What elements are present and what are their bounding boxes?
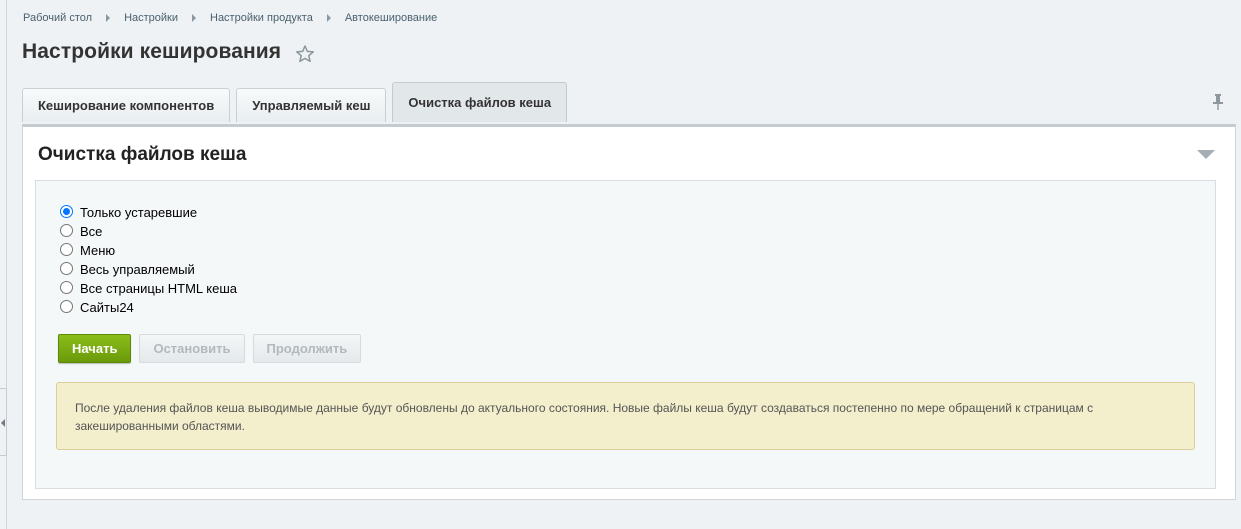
tab-label: Кеширование компонентов [38,98,215,113]
option-label: Сайты24 [80,300,134,315]
action-buttons: Начать Остановить Продолжить [58,334,369,363]
option-label: Меню [80,243,116,258]
option-label: Все [80,224,103,239]
breadcrumb-separator-icon [106,14,111,22]
tab-managed-cache[interactable]: Управляемый кеш [236,88,387,122]
page-title: Настройки кеширования [22,40,282,63]
breadcrumb-item-settings[interactable]: Настройки [124,12,178,24]
breadcrumb: Рабочий стол Настройки Настройки продукт… [23,11,437,25]
cache-cleanup-panel: Очистка файлов кеша Только устаревшие Вс… [22,124,1236,500]
option-label: Только устаревшие [80,205,198,220]
tab-label: Очистка файлов кеша [408,95,552,110]
start-button[interactable]: Начать [58,334,132,363]
option-label: Весь управляемый [80,262,195,277]
option-label: Все страницы HTML кеша [80,281,238,296]
pin-icon[interactable] [1211,93,1225,111]
option-sites24[interactable]: Сайты24 [60,298,237,317]
radio-all-managed[interactable] [60,261,73,275]
radio-all[interactable] [60,223,73,237]
option-all[interactable]: Все [60,222,237,241]
option-all-managed[interactable]: Весь управляемый [60,260,237,279]
radio-sites24[interactable] [60,299,73,313]
tab-bar: Кеширование компонентов Управляемый кеш … [22,82,573,122]
info-notice: После удаления файлов кеша выводимые дан… [56,382,1195,450]
stop-button[interactable]: Остановить [139,334,245,363]
tab-label: Управляемый кеш [252,98,371,113]
option-menu[interactable]: Меню [60,241,237,260]
tab-component-caching[interactable]: Кеширование компонентов [22,88,231,122]
panel-body: Только устаревшие Все Меню Весь управляе… [35,180,1216,489]
breadcrumb-item-desktop[interactable]: Рабочий стол [23,12,92,24]
chevron-down-icon[interactable] [1197,150,1215,160]
breadcrumb-separator-icon [192,14,196,22]
option-outdated-only[interactable]: Только устаревшие [60,203,237,222]
radio-menu[interactable] [60,242,73,256]
continue-button[interactable]: Продолжить [252,334,362,363]
side-panel-toggle-icon[interactable] [0,388,7,456]
breadcrumb-item-product-settings[interactable]: Настройки продукта [210,12,313,24]
panel-title: Очистка файлов кеша [38,144,247,165]
breadcrumb-separator-icon [326,14,331,22]
tab-cache-files-cleanup[interactable]: Очистка файлов кеша [392,82,568,122]
breadcrumb-item-autocaching[interactable]: Автокеширование [345,12,437,24]
radio-outdated-only[interactable] [60,204,73,218]
title-row: Настройки кеширования [22,40,315,64]
radio-all-html-cache[interactable] [60,280,73,294]
cleanup-options: Только устаревшие Все Меню Весь управляе… [60,203,237,317]
option-all-html-cache[interactable]: Все страницы HTML кеша [60,279,237,298]
star-icon[interactable] [295,44,315,64]
